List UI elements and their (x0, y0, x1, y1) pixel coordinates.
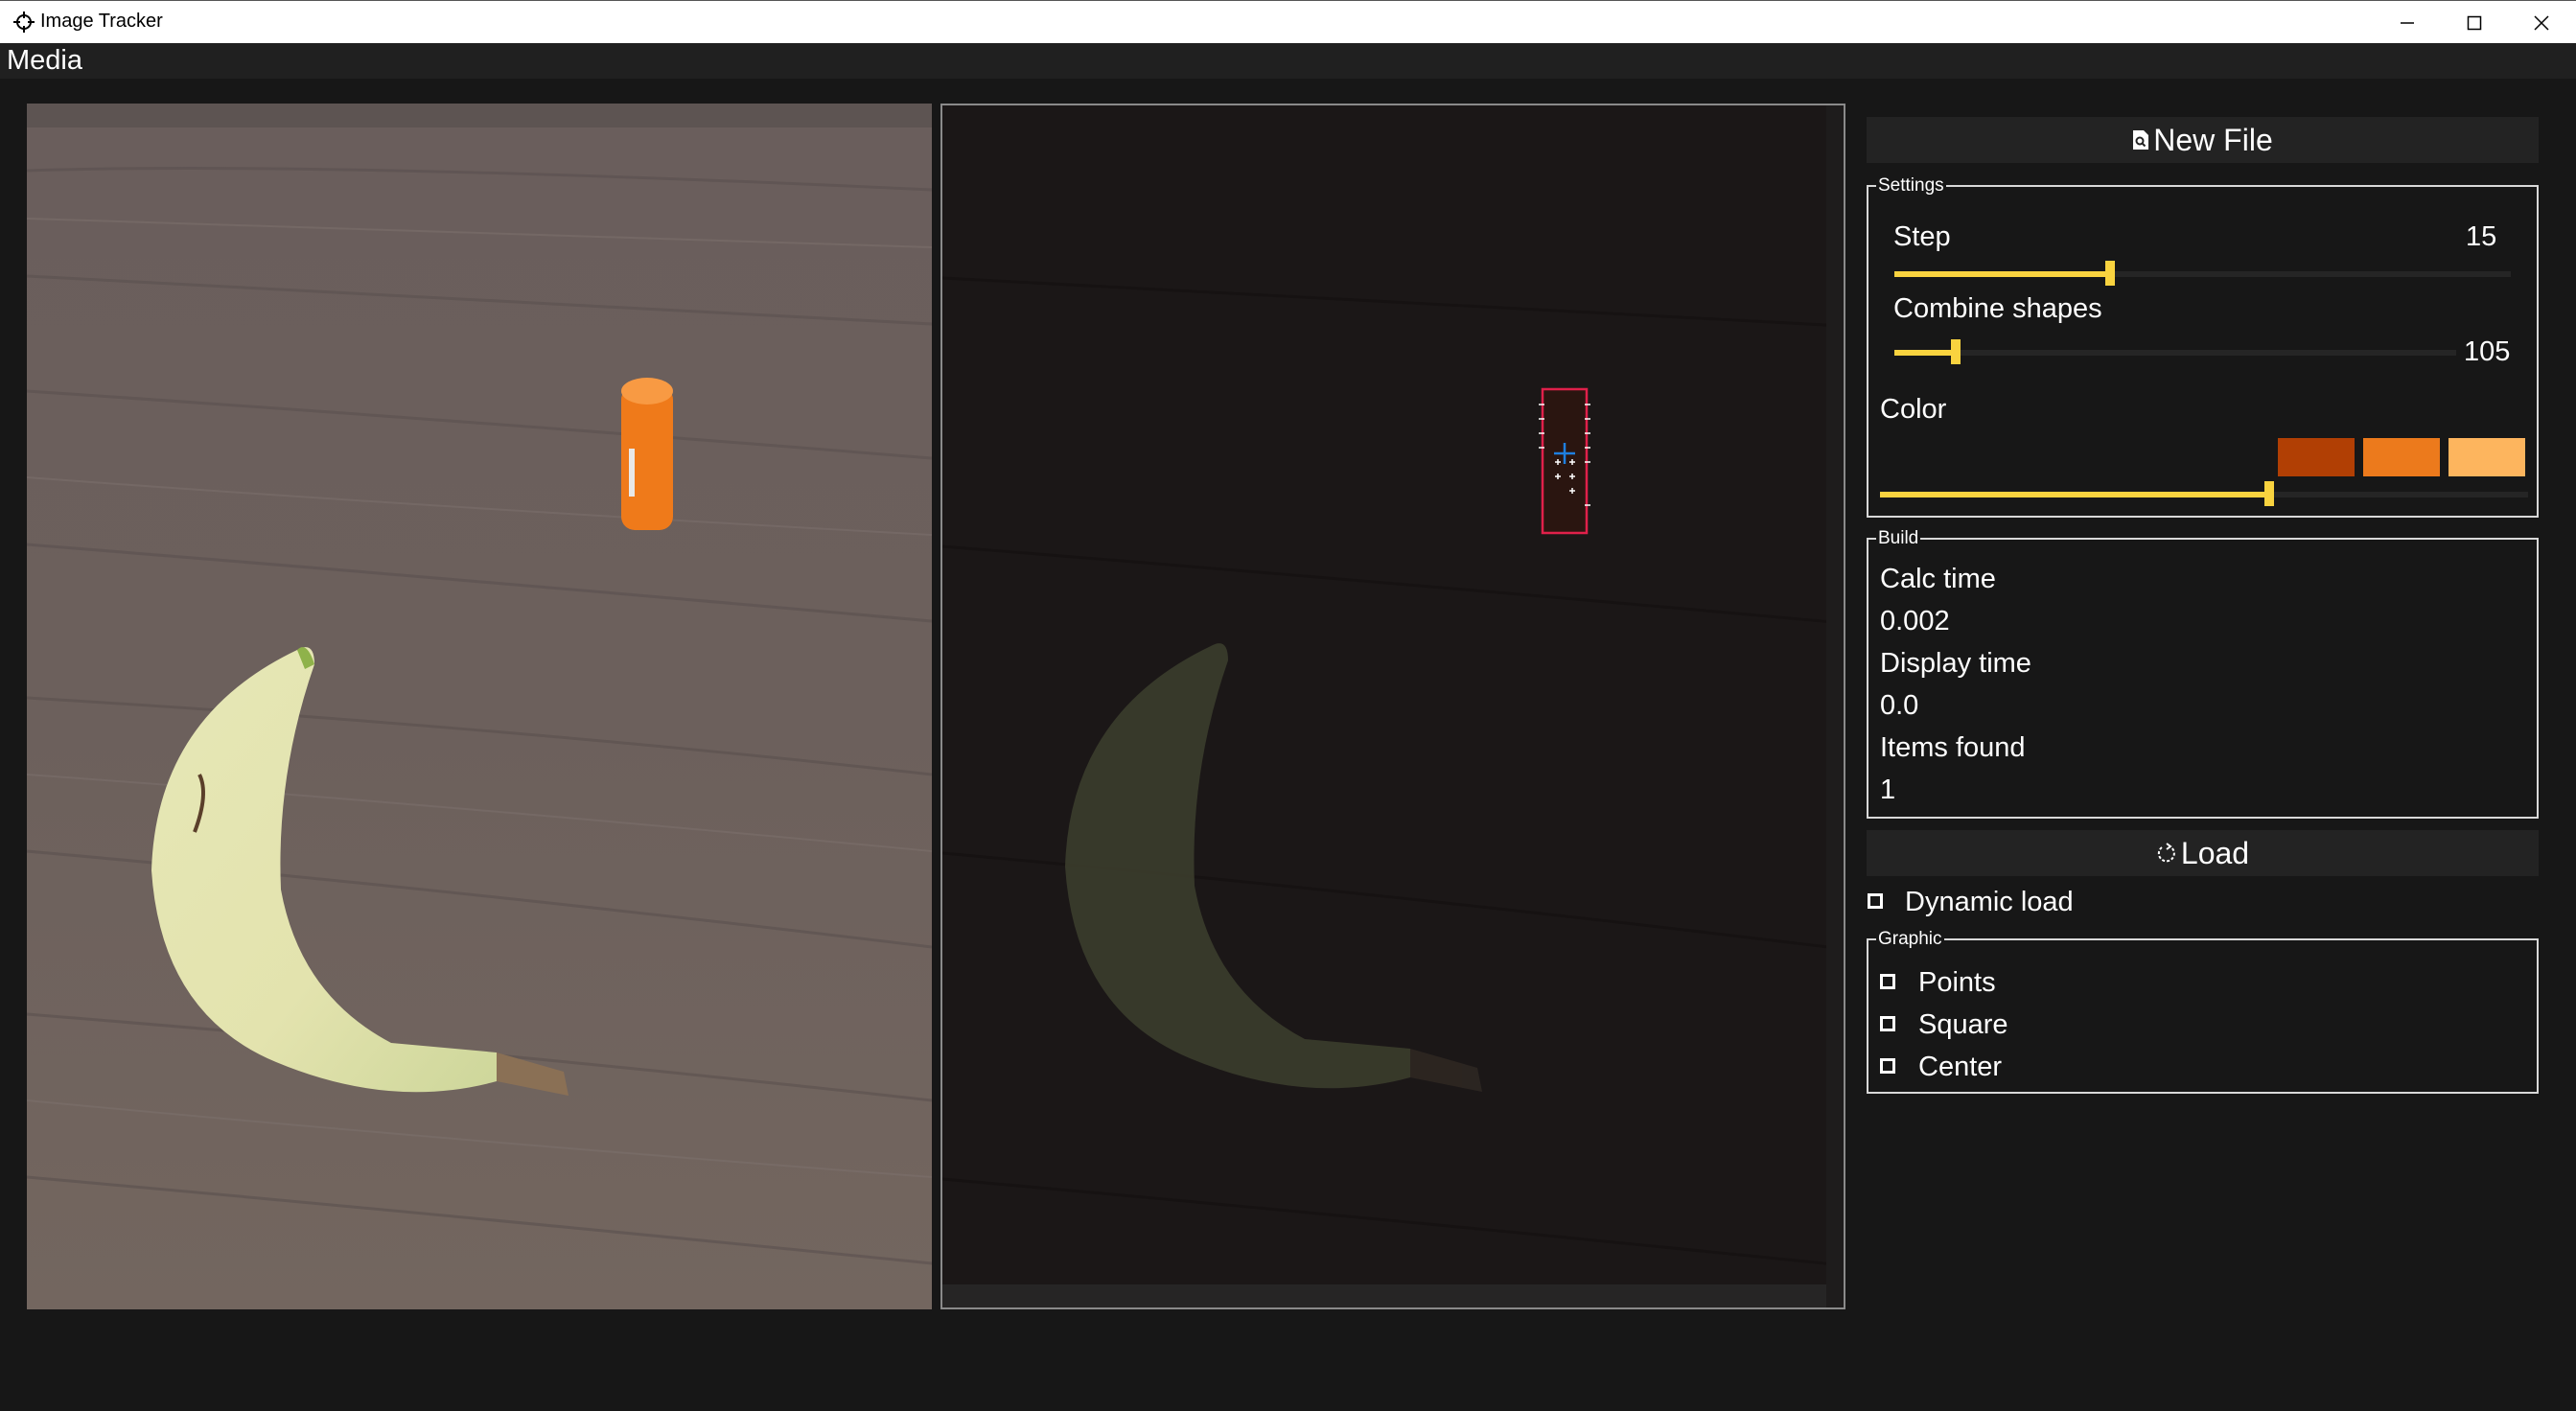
color-slider[interactable] (1880, 481, 2528, 506)
build-legend: Build (1876, 528, 1921, 549)
source-photo (27, 104, 932, 1309)
step-slider-fill (1894, 271, 2111, 277)
build-group: Build Calc time 0.002 Display time 0.0 I… (1867, 528, 2539, 819)
square-label: Square (1918, 1009, 2008, 1040)
new-file-label: New File (2153, 122, 2273, 157)
processed-image (940, 104, 1845, 1309)
minimize-icon (2401, 21, 2414, 24)
file-search-icon (2133, 130, 2149, 150)
combine-shapes-value: 105 (2464, 336, 2511, 367)
items-found-label: Items found (1880, 732, 2026, 763)
points-checkbox[interactable]: Points (1868, 963, 2537, 1002)
maximize-button[interactable] (2441, 1, 2508, 44)
points-checkbox-box[interactable] (1880, 974, 1895, 989)
center-checkbox-box[interactable] (1880, 1058, 1895, 1074)
processed-photo (942, 105, 1844, 1307)
close-icon (2534, 14, 2549, 31)
calc-time-label: Calc time (1880, 564, 1996, 594)
source-image (27, 104, 932, 1309)
graphic-group: Graphic Points Square Center (1867, 929, 2539, 1094)
color-swatch-mid[interactable] (2363, 438, 2440, 476)
step-label: Step (1893, 221, 1951, 252)
step-slider-handle[interactable] (2105, 261, 2116, 286)
dynamic-load-checkbox-box[interactable] (1868, 893, 1883, 909)
lip-balm (621, 378, 673, 530)
combine-shapes-slider[interactable] (1894, 339, 2456, 364)
title-bar: Image Tracker (0, 0, 2576, 43)
color-label: Color (1880, 394, 1947, 425)
load-label: Load (2180, 835, 2250, 870)
square-checkbox-box[interactable] (1880, 1016, 1895, 1031)
calc-time-value: 0.002 (1880, 606, 1950, 636)
new-file-button[interactable]: New File (1867, 117, 2539, 163)
color-swatch-dark[interactable] (2278, 438, 2355, 476)
load-button[interactable]: Load (1867, 830, 2539, 876)
combine-shapes-slider-handle[interactable] (1951, 339, 1961, 364)
reload-icon (2157, 843, 2175, 863)
detection-box (1539, 387, 1590, 535)
display-time-value: 0.0 (1880, 690, 1919, 721)
crosshair-icon (13, 12, 35, 33)
close-button[interactable] (2508, 1, 2575, 44)
window-title: Image Tracker (40, 11, 163, 32)
step-value: 15 (2466, 221, 2497, 252)
color-slider-fill (1880, 492, 2269, 497)
items-found-value: 1 (1880, 775, 1896, 805)
minimize-button[interactable] (2374, 1, 2441, 44)
square-checkbox[interactable]: Square (1868, 1006, 2537, 1044)
color-swatch-light[interactable] (2448, 438, 2525, 476)
step-slider[interactable] (1894, 261, 2511, 286)
combine-shapes-label: Combine shapes (1893, 293, 2102, 324)
menu-media[interactable]: Media (7, 45, 82, 77)
display-time-label: Display time (1880, 648, 2031, 679)
dynamic-load-checkbox[interactable]: Dynamic load (1867, 887, 2539, 921)
color-slider-handle[interactable] (2263, 481, 2274, 506)
center-checkbox[interactable]: Center (1868, 1048, 2537, 1086)
settings-legend: Settings (1876, 175, 1946, 197)
graphic-legend: Graphic (1876, 929, 1944, 950)
combine-shapes-slider-fill (1894, 350, 1957, 356)
dynamic-load-label: Dynamic load (1905, 887, 2074, 917)
menu-bar: Media (0, 43, 2576, 79)
center-label: Center (1918, 1052, 2003, 1082)
settings-group: Settings Step 15 Combine shapes 105 Colo… (1867, 175, 2539, 518)
points-label: Points (1918, 967, 1996, 998)
maximize-icon (2467, 15, 2482, 30)
